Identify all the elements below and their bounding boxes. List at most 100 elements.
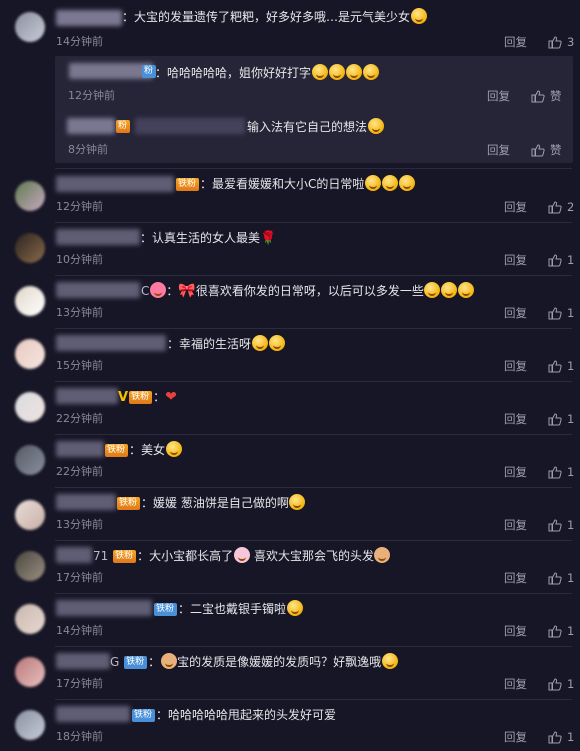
thinking-emoji-icon: [289, 494, 306, 510]
avatar[interactable]: [15, 12, 45, 42]
reply-button[interactable]: 回复: [504, 253, 527, 267]
like-button[interactable]: 1: [548, 571, 574, 585]
comment-item: 铁粉 ：媛媛 葱油饼是自己做的啊 13分钟前 回复 1: [0, 488, 580, 540]
reply-button[interactable]: 回复: [504, 730, 527, 744]
like-button[interactable]: 1: [548, 677, 574, 691]
reply-text: ：哈哈哈哈哈，姐你好好打字: [155, 64, 379, 82]
comment-item: 71 铁粉 ：大小宝都长高了 喜欢大宝那会飞的头发 17分钟前 回复 1: [0, 541, 580, 593]
thumbs-up-icon: [548, 200, 562, 213]
like-button[interactable]: 2: [548, 200, 574, 214]
username-blurred[interactable]: [56, 176, 174, 192]
avatar[interactable]: [15, 710, 45, 740]
comment-time: 12分钟前: [56, 200, 103, 213]
username-blurred[interactable]: [56, 547, 92, 563]
like-button[interactable]: 1: [548, 465, 574, 479]
reply-button[interactable]: 回复: [504, 200, 527, 214]
username-blurred[interactable]: [56, 706, 130, 722]
like-count: 2: [567, 200, 575, 214]
comment-text: V 铁粉 ：❤: [118, 389, 177, 405]
reply-button[interactable]: 回复: [504, 359, 527, 373]
comment-text: ：大宝的发量遗传了粑粑，好多好多哦…是元气美少女: [122, 8, 427, 26]
thumbs-up-icon: [548, 624, 562, 637]
comment-item: 铁粉 ：二宝也戴银手镯啦 14分钟前 回复 1: [0, 594, 580, 646]
username-blurred[interactable]: [56, 229, 140, 245]
like-count: 3: [567, 35, 575, 49]
comment-time: 22分钟前: [56, 412, 103, 425]
comment-time: 17分钟前: [56, 571, 103, 584]
comment-time: 18分钟前: [56, 730, 103, 743]
like-button[interactable]: 赞: [531, 143, 562, 157]
like-count: 1: [567, 677, 575, 691]
avatar[interactable]: [15, 339, 45, 369]
avatar[interactable]: [15, 286, 45, 316]
like-count: 1: [567, 624, 575, 638]
username-blurred[interactable]: [56, 494, 116, 510]
reply-button[interactable]: 回复: [504, 412, 527, 426]
thumbs-up-icon: [548, 306, 562, 319]
like-button[interactable]: 1: [548, 412, 574, 426]
comment-item: C ：🎀很喜欢看你发的日常呀，以后可以多发一些 13分钟前 回复 1: [0, 276, 580, 328]
username-blurred[interactable]: [67, 118, 115, 134]
like-count: 1: [567, 571, 575, 585]
like-count: 1: [567, 518, 575, 532]
comment-time: 17分钟前: [56, 677, 103, 690]
reply-button[interactable]: 回复: [504, 306, 527, 320]
avatar[interactable]: [15, 551, 45, 581]
avatar[interactable]: [15, 392, 45, 422]
username-blurred[interactable]: [56, 600, 152, 616]
avatar[interactable]: [15, 445, 45, 475]
emoji-icon: [364, 175, 381, 191]
like-button[interactable]: 赞: [531, 89, 562, 103]
username-blurred[interactable]: [56, 10, 122, 26]
comment-item: V 铁粉 ：❤ 22分钟前 回复 1: [0, 382, 580, 434]
fan-badge: 铁粉: [129, 391, 153, 404]
reply-button[interactable]: 回复: [487, 143, 510, 157]
avatar[interactable]: [15, 500, 45, 530]
like-button[interactable]: 1: [548, 306, 574, 320]
cat-emoji-icon: [367, 118, 384, 134]
reply-button[interactable]: 回复: [504, 571, 527, 585]
reply-time: 8分钟前: [68, 143, 108, 156]
thumbs-up-icon: [548, 677, 562, 690]
reply-button[interactable]: 回复: [504, 465, 527, 479]
reply-button[interactable]: 回复: [504, 518, 527, 532]
like-count: 1: [567, 359, 575, 373]
username-blurred[interactable]: [56, 335, 166, 351]
username-blurred[interactable]: [56, 282, 140, 298]
comment-text: 71 铁粉 ：大小宝都长高了 喜欢大宝那会飞的头发: [93, 547, 391, 565]
like-button[interactable]: 1: [548, 730, 574, 744]
like-button[interactable]: 3: [548, 35, 574, 49]
username-blurred[interactable]: [69, 63, 153, 79]
reply-button[interactable]: 回复: [504, 35, 527, 49]
comment-item: ：大宝的发量遗传了粑粑，好多好多哦…是元气美少女 14分钟前 回复 3: [0, 0, 580, 56]
heart-icon: ❤: [165, 389, 177, 405]
like-button[interactable]: 1: [548, 518, 574, 532]
reply-button[interactable]: 回复: [504, 677, 527, 691]
like-button[interactable]: 1: [548, 624, 574, 638]
comment-text: 铁粉 ：哈哈哈哈哈甩起来的头发好可爱: [132, 708, 337, 722]
fan-badge: 铁粉: [117, 497, 141, 510]
like-count: 1: [567, 306, 575, 320]
username-blurred[interactable]: [56, 388, 118, 404]
comment-text: C ：🎀很喜欢看你发的日常呀，以后可以多发一些: [141, 282, 475, 300]
avatar[interactable]: [15, 233, 45, 263]
avatar[interactable]: [15, 604, 45, 634]
like-label: 赞: [550, 89, 562, 103]
comment-time: 10分钟前: [56, 253, 103, 266]
laugh-cry-emoji-icon: [311, 64, 328, 80]
reply-button[interactable]: 回复: [487, 89, 510, 103]
username-blurred[interactable]: [56, 441, 104, 457]
badge: 粉: [142, 65, 157, 78]
emoji-icon: [398, 175, 415, 191]
reply-button[interactable]: 回复: [504, 624, 527, 638]
like-button[interactable]: 1: [548, 359, 574, 373]
avatar[interactable]: [15, 657, 45, 687]
fan-badge: 铁粉: [105, 444, 129, 457]
like-button[interactable]: 1: [548, 253, 574, 267]
ribbon-icon: 🎀: [178, 283, 196, 299]
comment-text: 铁粉 ：媛媛 葱油饼是自己做的啊: [116, 494, 306, 512]
comment-item: ：认真生活的女人最美🌹 10分钟前 回复 1: [0, 223, 580, 275]
avatar[interactable]: [15, 181, 45, 211]
username-blurred[interactable]: [56, 653, 110, 669]
username-blurred[interactable]: [135, 118, 245, 134]
